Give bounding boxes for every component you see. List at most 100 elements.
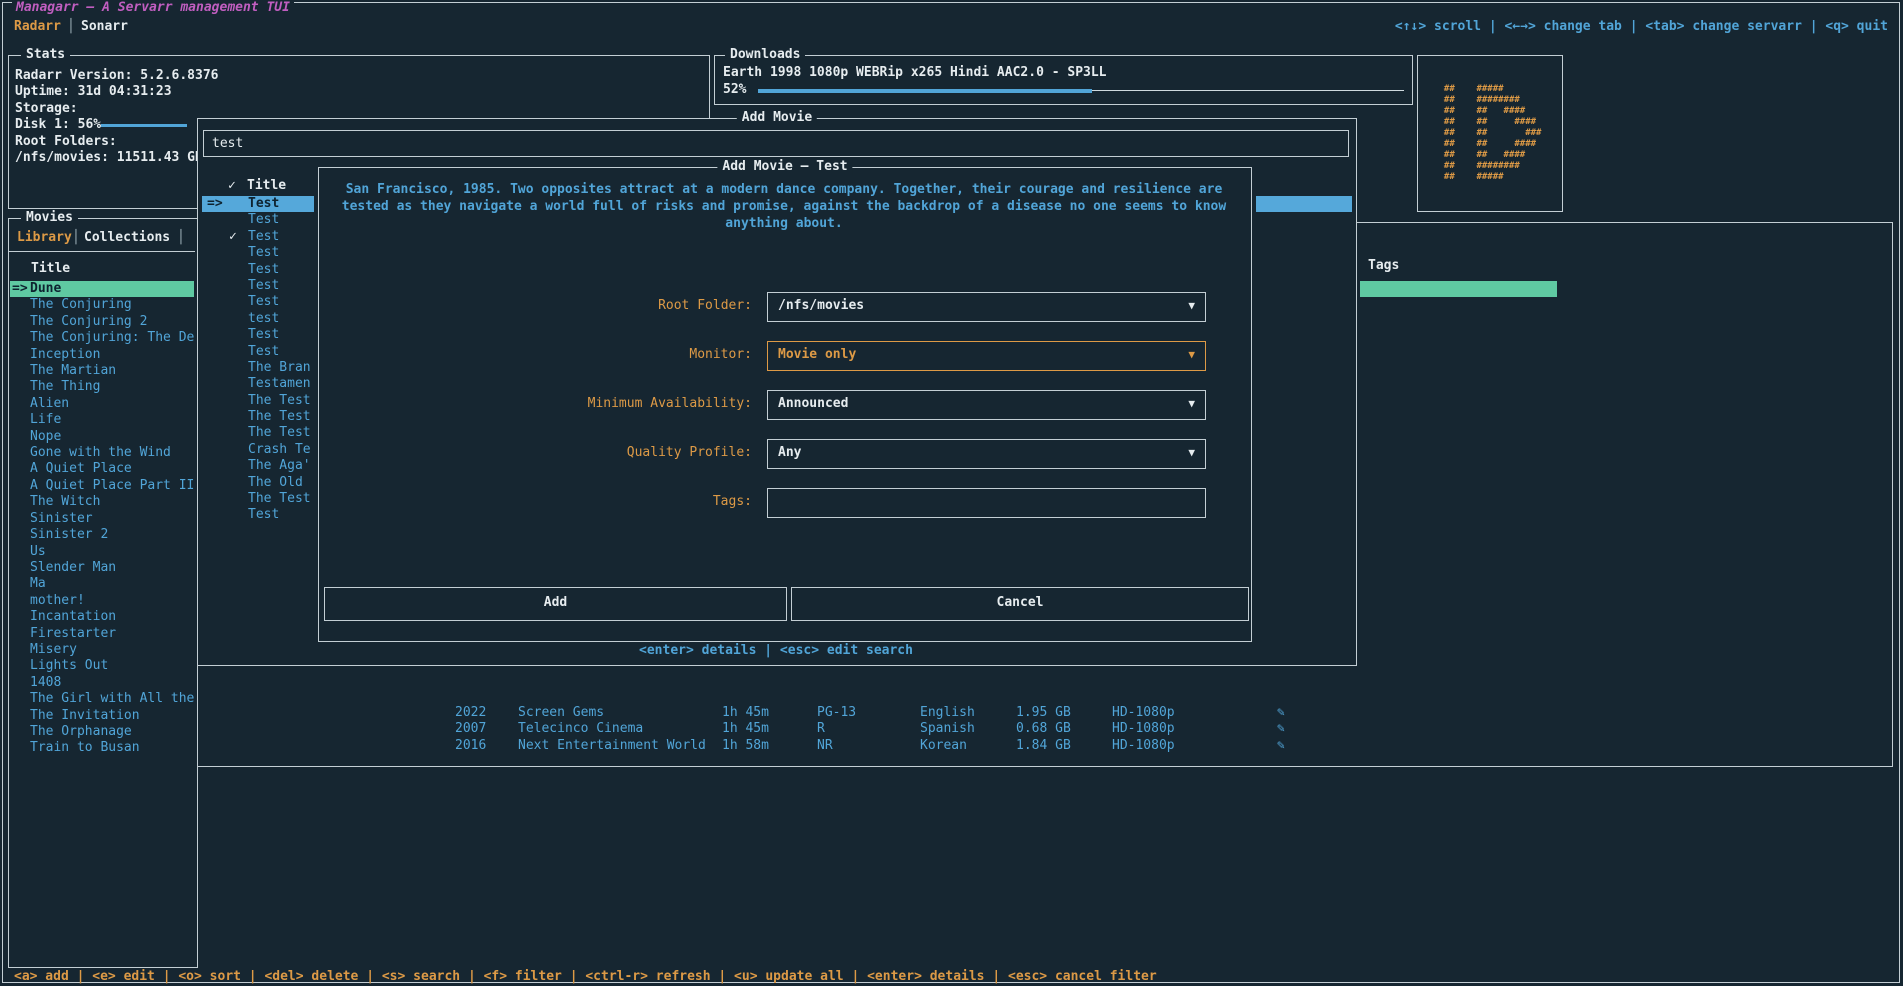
movie-list-item[interactable]: Train to Busan	[10, 740, 194, 756]
movie-list-item[interactable]: The Conjuring 2	[10, 314, 194, 330]
search-result-item[interactable]: Test	[202, 344, 314, 360]
search-result-item[interactable]: The Old	[202, 475, 314, 491]
search-result-item[interactable]: Test	[202, 278, 314, 294]
tab-sonarr[interactable]: Sonarr	[81, 19, 128, 34]
add-button[interactable]: Add	[324, 587, 787, 621]
search-result-item[interactable]: The Test	[202, 425, 314, 441]
movie-list-item[interactable]: The Witch	[10, 494, 194, 510]
movie-list-item[interactable]: Life	[10, 412, 194, 428]
disk-usage-bar	[101, 124, 187, 127]
search-results-list: =>TestTest✓TestTestTestTestTesttestTestT…	[202, 196, 314, 526]
movie-list-item[interactable]: Incantation	[10, 609, 194, 625]
movies-panel: Movies Library │ Collections │ Title =>D…	[8, 218, 198, 968]
movie-list-item[interactable]: Sinister	[10, 511, 194, 527]
search-result-item[interactable]: test	[202, 311, 314, 327]
movie-title: A Quiet Place Part II	[30, 478, 194, 494]
movie-list-item[interactable]: The Orphanage	[10, 724, 194, 740]
tab-collections[interactable]: Collections	[84, 230, 170, 245]
movie-list-item[interactable]: Nope	[10, 429, 194, 445]
movie-list-item[interactable]: Alien	[10, 396, 194, 412]
table-bottom-border	[198, 766, 1893, 767]
movie-list-item[interactable]: Misery	[10, 642, 194, 658]
field-input[interactable]	[767, 488, 1206, 518]
form-field: Minimum Availability:Announced▼	[319, 390, 1249, 420]
movie-title: Dune	[30, 281, 61, 297]
movie-list-item[interactable]: Lights Out	[10, 658, 194, 674]
movie-title: The Conjuring: The De	[30, 330, 194, 346]
search-result-item[interactable]: Test	[202, 262, 314, 278]
selection-arrow-icon: =>	[12, 281, 28, 297]
movie-title: Slender Man	[30, 560, 116, 576]
movie-title: 1408	[30, 675, 61, 691]
downloads-panel-title: Downloads	[725, 47, 805, 63]
tab-library[interactable]: Library	[17, 230, 72, 245]
search-result-item[interactable]: Test	[202, 507, 314, 523]
field-dropdown[interactable]: Any▼	[767, 439, 1206, 469]
movie-list-item[interactable]: Sinister 2	[10, 527, 194, 543]
movie-title: The Conjuring	[30, 297, 132, 313]
field-dropdown[interactable]: Announced▼	[767, 390, 1206, 420]
field-label: Root Folder:	[327, 298, 752, 313]
movie-title: The Orphanage	[30, 724, 132, 740]
search-result-item[interactable]: Test	[202, 327, 314, 343]
app-title: Managarr — A Servarr management TUI	[12, 0, 294, 15]
search-result-title: test	[248, 311, 279, 327]
search-result-item[interactable]: Test	[202, 294, 314, 310]
root-folders-label: Root Folders:	[15, 134, 117, 149]
movie-list-item[interactable]: Ma	[10, 576, 194, 592]
field-label: Quality Profile:	[327, 445, 752, 460]
search-result-title: The Test	[248, 409, 311, 425]
movie-list-item[interactable]: Inception	[10, 347, 194, 363]
movie-list-item[interactable]: Firestarter	[10, 626, 194, 642]
movie-title: Lights Out	[30, 658, 108, 674]
form-field: Quality Profile: Any▼	[319, 439, 1249, 469]
tab-separator: │	[67, 19, 75, 34]
search-result-title: The Test	[248, 425, 311, 441]
field-value: /nfs/movies	[778, 298, 864, 313]
search-result-title: Test	[248, 196, 279, 212]
movie-list-item[interactable]: Us	[10, 544, 194, 560]
movie-title: The Martian	[30, 363, 116, 379]
movie-list-item[interactable]: 1408	[10, 675, 194, 691]
search-result-item[interactable]: The Aga'	[202, 458, 314, 474]
movie-list-item[interactable]: =>Dune	[10, 281, 194, 297]
movie-list-item[interactable]: The Girl with All the	[10, 691, 194, 707]
table-right-border	[1892, 222, 1893, 767]
search-result-item[interactable]: Test	[202, 245, 314, 261]
search-result-item[interactable]: ✓Test	[202, 229, 314, 245]
movie-list-item[interactable]: A Quiet Place Part II	[10, 478, 194, 494]
root-folder-value: /nfs/movies: 11511.43 GB	[15, 150, 203, 165]
tab-radarr[interactable]: Radarr	[14, 19, 61, 34]
movie-title: Ma	[30, 576, 46, 592]
search-result-item[interactable]: Testamen	[202, 376, 314, 392]
movie-list-item[interactable]: Gone with the Wind	[10, 445, 194, 461]
cancel-button[interactable]: Cancel	[791, 587, 1249, 621]
search-result-title: Test	[248, 294, 279, 310]
search-result-item[interactable]: The Bran	[202, 360, 314, 376]
movie-list-item[interactable]: Slender Man	[10, 560, 194, 576]
search-result-title: Crash Te	[248, 442, 311, 458]
movie-list-item[interactable]: The Conjuring: The De	[10, 330, 194, 346]
movie-title: Us	[30, 544, 46, 560]
search-result-item[interactable]: Test	[202, 212, 314, 228]
search-input[interactable]	[203, 130, 1349, 157]
movie-list-item[interactable]: A Quiet Place	[10, 461, 194, 477]
search-result-title: Test	[248, 344, 279, 360]
field-dropdown[interactable]: Movie only▼	[767, 341, 1206, 371]
field-value: Any	[778, 445, 801, 460]
movie-title: The Invitation	[30, 708, 140, 724]
search-result-item[interactable]: =>Test	[202, 196, 314, 212]
search-result-item[interactable]: The Test	[202, 393, 314, 409]
movie-list-item[interactable]: The Martian	[10, 363, 194, 379]
movie-list-item[interactable]: mother!	[10, 593, 194, 609]
radarr-logo-icon: ## ##### ## ######## ## ## #### ## ## ##…	[1439, 84, 1542, 183]
movie-list-item[interactable]: The Thing	[10, 379, 194, 395]
field-dropdown[interactable]: /nfs/movies▼	[767, 292, 1206, 322]
search-result-item[interactable]: The Test	[202, 409, 314, 425]
search-result-title: The Old	[248, 475, 303, 491]
search-result-item[interactable]: The Test	[202, 491, 314, 507]
results-title-header: Title	[247, 178, 286, 193]
movie-list-item[interactable]: The Invitation	[10, 708, 194, 724]
search-result-item[interactable]: Crash Te	[202, 442, 314, 458]
movie-list-item[interactable]: The Conjuring	[10, 297, 194, 313]
